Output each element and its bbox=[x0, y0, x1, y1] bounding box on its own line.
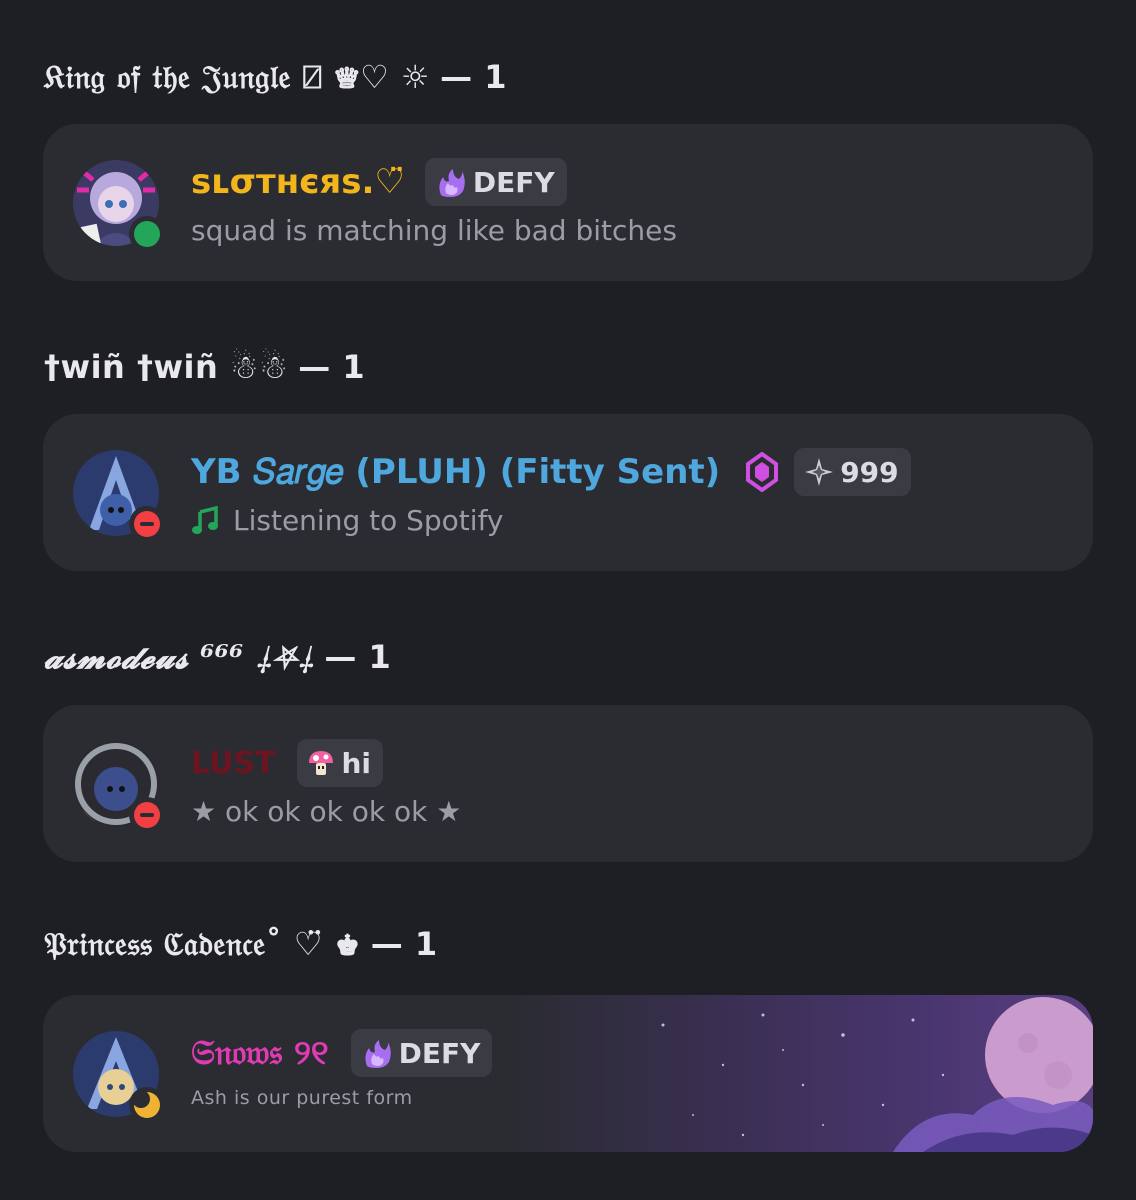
username[interactable]: 𝔖𝔫𝔬𝔴𝔰 ୨୧ bbox=[191, 1033, 329, 1073]
member-card[interactable]: YB 𝑆𝑎𝑟𝑔𝑒 (PLUH) (Fitty Sent) 999 Listeni… bbox=[43, 414, 1093, 571]
username[interactable]: sʟσтнєяѕ.♡̈ bbox=[191, 162, 405, 202]
guild-tag-label: DEFY bbox=[472, 165, 555, 199]
role-title: †wiñ †wiñ ☃☃ bbox=[44, 348, 289, 386]
role-header-king-of-the-jungle: 𝔎𝔦𝔫𝔤 𝔬𝔣 𝔱𝔥𝔢 𝔍𝔲𝔫𝔤𝔩𝔢 ⍁ ♕♡ ☼ — 1 bbox=[44, 58, 507, 97]
member-card[interactable]: sʟσтнєяѕ.♡̈ DEFY squad is matching like … bbox=[43, 124, 1093, 281]
activity-status: Listening to Spotify bbox=[233, 504, 504, 537]
avatar-container[interactable] bbox=[73, 160, 165, 252]
member-card-with-banner[interactable]: 𝔖𝔫𝔬𝔴𝔰 ୨୧ DEFY Ash is our purest form bbox=[43, 995, 1093, 1152]
guild-tag-label: DEFY bbox=[398, 1036, 481, 1070]
custom-status: squad is matching like bad bitches bbox=[191, 214, 677, 247]
music-note-icon bbox=[191, 505, 219, 536]
guild-tag-label: hi bbox=[341, 746, 372, 780]
avatar-container[interactable] bbox=[73, 1031, 165, 1123]
role-count: — 1 bbox=[298, 348, 366, 386]
guild-tag[interactable]: 999 bbox=[794, 448, 911, 496]
presence-dnd-indicator bbox=[129, 506, 165, 542]
member-card[interactable]: LUST hi ★ ok ok ok ok ok ★ bbox=[43, 705, 1093, 862]
guild-tag[interactable]: DEFY bbox=[350, 1029, 493, 1077]
guild-tag-label: 999 bbox=[840, 455, 899, 489]
custom-status: ★ ok ok ok ok ok ★ bbox=[191, 795, 462, 828]
presence-idle-indicator bbox=[129, 1087, 165, 1123]
role-count: — 1 bbox=[324, 638, 392, 676]
username[interactable]: YB 𝑆𝑎𝑟𝑔𝑒 (PLUH) (Fitty Sent) bbox=[191, 452, 720, 492]
guild-tag[interactable]: DEFY bbox=[424, 158, 567, 206]
purple-flame-icon bbox=[361, 1038, 393, 1068]
guild-tag[interactable]: hi bbox=[297, 739, 384, 787]
role-title: 𝔎𝔦𝔫𝔤 𝔬𝔣 𝔱𝔥𝔢 𝔍𝔲𝔫𝔤𝔩𝔢 ⍁ ♕♡ ☼ bbox=[44, 58, 431, 96]
mushroom-icon bbox=[307, 749, 335, 777]
role-header-twin-twin: †wiñ †wiñ ☃☃ — 1 bbox=[44, 348, 365, 386]
custom-status: Ash is our purest form bbox=[191, 1087, 413, 1109]
presence-online-indicator bbox=[129, 216, 165, 252]
presence-dnd-indicator bbox=[129, 797, 165, 833]
username[interactable]: LUST bbox=[191, 746, 275, 781]
sparkle-icon bbox=[804, 457, 834, 487]
avatar-container[interactable] bbox=[73, 741, 165, 833]
role-count: — 1 bbox=[440, 58, 508, 96]
avatar-container[interactable] bbox=[73, 450, 165, 542]
purple-flame-icon bbox=[435, 167, 467, 197]
role-header-asmodeus: 𝓪𝓼𝓶𝓸𝓭𝓮𝓾𝓼 ⁶⁶⁶ ⸸⛧⸸ — 1 bbox=[44, 638, 391, 677]
purple-gem-icon bbox=[746, 452, 779, 492]
role-title: 𝓪𝓼𝓶𝓸𝓭𝓮𝓾𝓼 ⁶⁶⁶ ⸸⛧⸸ bbox=[44, 638, 315, 676]
role-header-princess-cadence: 𝔓𝔯𝔦𝔫𝔠𝔢𝔰𝔰 ℭ𝔞𝔡𝔢𝔫𝔠𝔢˚ ♡̈ ♚ — 1 bbox=[44, 925, 438, 964]
role-title: 𝔓𝔯𝔦𝔫𝔠𝔢𝔰𝔰 ℭ𝔞𝔡𝔢𝔫𝔠𝔢˚ ♡̈ ♚ bbox=[44, 925, 361, 963]
role-count: — 1 bbox=[370, 925, 438, 963]
